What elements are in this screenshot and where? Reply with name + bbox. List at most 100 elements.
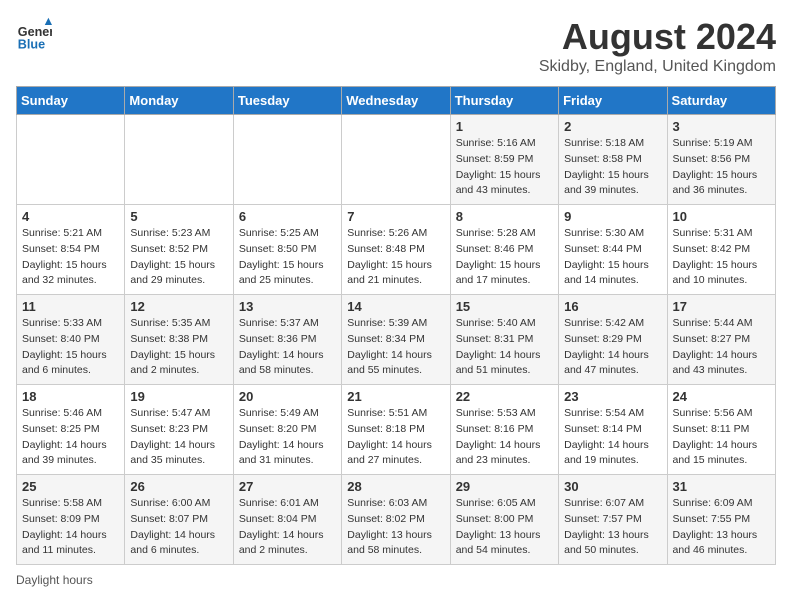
calendar-cell: 31 Sunrise: 6:09 AMSunset: 7:55 PMDayligh… bbox=[667, 475, 775, 565]
footer: Daylight hours bbox=[16, 573, 776, 587]
calendar-cell: 13 Sunrise: 5:37 AMSunset: 8:36 PMDayligh… bbox=[233, 295, 341, 385]
day-number: 13 bbox=[239, 299, 336, 314]
calendar-cell: 30Sunrise: 6:07 AMSunset: 7:57 PMDayligh… bbox=[559, 475, 667, 565]
calendar-header-sunday: Sunday bbox=[17, 87, 125, 115]
day-info: Sunrise: 5:21 AMSunset: 8:54 PMDaylight:… bbox=[22, 226, 119, 289]
day-number: 11 bbox=[22, 299, 119, 314]
calendar-cell: 3Sunrise: 5:19 AMSunset: 8:56 PMDaylight… bbox=[667, 115, 775, 205]
day-info: Sunrise: 6:09 AMSunset: 7:55 PMDaylight:… bbox=[673, 496, 770, 559]
calendar-cell: 14Sunrise: 5:39 AMSunset: 8:34 PMDayligh… bbox=[342, 295, 450, 385]
calendar-header-friday: Friday bbox=[559, 87, 667, 115]
calendar-cell: 18Sunrise: 5:46 AMSunset: 8:25 PMDayligh… bbox=[17, 385, 125, 475]
day-info: Sunrise: 5:54 AMSunset: 8:14 PMDaylight:… bbox=[564, 406, 661, 469]
day-info: Sunrise: 5:42 AMSunset: 8:29 PMDaylight:… bbox=[564, 316, 661, 379]
day-info: Sunrise: 5:53 AMSunset: 8:16 PMDaylight:… bbox=[456, 406, 553, 469]
calendar-cell bbox=[17, 115, 125, 205]
day-number: 29 bbox=[456, 479, 553, 494]
day-number: 12 bbox=[130, 299, 227, 314]
day-number: 23 bbox=[564, 389, 661, 404]
day-info: Sunrise: 5:51 AMSunset: 8:18 PMDaylight:… bbox=[347, 406, 444, 469]
day-info: Sunrise: 6:03 AMSunset: 8:02 PMDaylight:… bbox=[347, 496, 444, 559]
day-info: Sunrise: 5:19 AMSunset: 8:56 PMDaylight:… bbox=[673, 136, 770, 199]
calendar-cell: 29 Sunrise: 6:05 AMSunset: 8:00 PMDayligh… bbox=[450, 475, 558, 565]
day-info: Sunrise: 5:47 AMSunset: 8:23 PMDaylight:… bbox=[130, 406, 227, 469]
calendar-cell: 2 Sunrise: 5:18 AMSunset: 8:58 PMDaylight… bbox=[559, 115, 667, 205]
calendar-cell: 7Sunrise: 5:26 AMSunset: 8:48 PMDaylight… bbox=[342, 205, 450, 295]
day-number: 4 bbox=[22, 209, 119, 224]
calendar-cell: 12 Sunrise: 5:35 AMSunset: 8:38 PMDayligh… bbox=[125, 295, 233, 385]
calendar-cell bbox=[342, 115, 450, 205]
day-info: Sunrise: 6:00 AMSunset: 8:07 PMDaylight:… bbox=[130, 496, 227, 559]
calendar-week-row: 25 Sunrise: 5:58 AMSunset: 8:09 PMDayligh… bbox=[17, 475, 776, 565]
calendar-cell: 10 Sunrise: 5:31 AMSunset: 8:42 PMDayligh… bbox=[667, 205, 775, 295]
svg-text:Blue: Blue bbox=[18, 37, 45, 51]
day-info: Sunrise: 5:31 AMSunset: 8:42 PMDaylight:… bbox=[673, 226, 770, 289]
calendar-cell: 19 Sunrise: 5:47 AMSunset: 8:23 PMDayligh… bbox=[125, 385, 233, 475]
calendar-header-row: SundayMondayTuesdayWednesdayThursdayFrid… bbox=[17, 87, 776, 115]
day-number: 1 bbox=[456, 119, 553, 134]
calendar-cell: 16 Sunrise: 5:42 AMSunset: 8:29 PMDayligh… bbox=[559, 295, 667, 385]
page-header: General Blue August 2024 Skidby, England… bbox=[16, 16, 776, 76]
calendar-header-monday: Monday bbox=[125, 87, 233, 115]
day-info: Sunrise: 5:25 AMSunset: 8:50 PMDaylight:… bbox=[239, 226, 336, 289]
calendar-cell bbox=[125, 115, 233, 205]
day-info: Sunrise: 5:30 AMSunset: 8:44 PMDaylight:… bbox=[564, 226, 661, 289]
calendar-cell: 24 Sunrise: 5:56 AMSunset: 8:11 PMDayligh… bbox=[667, 385, 775, 475]
day-number: 19 bbox=[130, 389, 227, 404]
day-number: 7 bbox=[347, 209, 444, 224]
calendar-cell: 22 Sunrise: 5:53 AMSunset: 8:16 PMDayligh… bbox=[450, 385, 558, 475]
calendar-cell: 21 Sunrise: 5:51 AMSunset: 8:18 PMDayligh… bbox=[342, 385, 450, 475]
day-number: 10 bbox=[673, 209, 770, 224]
calendar-week-row: 11Sunrise: 5:33 AMSunset: 8:40 PMDayligh… bbox=[17, 295, 776, 385]
logo-icon: General Blue bbox=[16, 16, 52, 52]
day-number: 27 bbox=[239, 479, 336, 494]
calendar-cell: 11Sunrise: 5:33 AMSunset: 8:40 PMDayligh… bbox=[17, 295, 125, 385]
calendar-cell bbox=[233, 115, 341, 205]
day-info: Sunrise: 5:23 AMSunset: 8:52 PMDaylight:… bbox=[130, 226, 227, 289]
calendar-table: SundayMondayTuesdayWednesdayThursdayFrid… bbox=[16, 86, 776, 565]
calendar-cell: 8Sunrise: 5:28 AMSunset: 8:46 PMDaylight… bbox=[450, 205, 558, 295]
calendar-cell: 9 Sunrise: 5:30 AMSunset: 8:44 PMDaylight… bbox=[559, 205, 667, 295]
calendar-cell: 27 Sunrise: 6:01 AMSunset: 8:04 PMDayligh… bbox=[233, 475, 341, 565]
calendar-week-row: 4 Sunrise: 5:21 AMSunset: 8:54 PMDaylight… bbox=[17, 205, 776, 295]
day-info: Sunrise: 5:18 AMSunset: 8:58 PMDaylight:… bbox=[564, 136, 661, 199]
day-number: 2 bbox=[564, 119, 661, 134]
day-info: Sunrise: 5:49 AMSunset: 8:20 PMDaylight:… bbox=[239, 406, 336, 469]
calendar-week-row: 1Sunrise: 5:16 AMSunset: 8:59 PMDaylight… bbox=[17, 115, 776, 205]
day-number: 9 bbox=[564, 209, 661, 224]
day-number: 25 bbox=[22, 479, 119, 494]
calendar-cell: 17 Sunrise: 5:44 AMSunset: 8:27 PMDayligh… bbox=[667, 295, 775, 385]
day-info: Sunrise: 5:44 AMSunset: 8:27 PMDaylight:… bbox=[673, 316, 770, 379]
footer-label: Daylight hours bbox=[16, 573, 93, 587]
calendar-cell: 1Sunrise: 5:16 AMSunset: 8:59 PMDaylight… bbox=[450, 115, 558, 205]
day-number: 17 bbox=[673, 299, 770, 314]
calendar-header-wednesday: Wednesday bbox=[342, 87, 450, 115]
day-info: Sunrise: 6:05 AMSunset: 8:00 PMDaylight:… bbox=[456, 496, 553, 559]
day-number: 24 bbox=[673, 389, 770, 404]
calendar-cell: 4 Sunrise: 5:21 AMSunset: 8:54 PMDaylight… bbox=[17, 205, 125, 295]
day-number: 31 bbox=[673, 479, 770, 494]
day-number: 16 bbox=[564, 299, 661, 314]
day-number: 22 bbox=[456, 389, 553, 404]
day-number: 8 bbox=[456, 209, 553, 224]
day-number: 26 bbox=[130, 479, 227, 494]
calendar-cell: 26 Sunrise: 6:00 AMSunset: 8:07 PMDayligh… bbox=[125, 475, 233, 565]
day-number: 14 bbox=[347, 299, 444, 314]
location: Skidby, England, United Kingdom bbox=[539, 58, 776, 76]
day-info: Sunrise: 5:37 AMSunset: 8:36 PMDaylight:… bbox=[239, 316, 336, 379]
day-number: 18 bbox=[22, 389, 119, 404]
day-info: Sunrise: 5:35 AMSunset: 8:38 PMDaylight:… bbox=[130, 316, 227, 379]
day-number: 21 bbox=[347, 389, 444, 404]
day-info: Sunrise: 5:58 AMSunset: 8:09 PMDaylight:… bbox=[22, 496, 119, 559]
day-number: 20 bbox=[239, 389, 336, 404]
day-info: Sunrise: 5:56 AMSunset: 8:11 PMDaylight:… bbox=[673, 406, 770, 469]
calendar-cell: 6 Sunrise: 5:25 AMSunset: 8:50 PMDaylight… bbox=[233, 205, 341, 295]
day-number: 6 bbox=[239, 209, 336, 224]
calendar-week-row: 18Sunrise: 5:46 AMSunset: 8:25 PMDayligh… bbox=[17, 385, 776, 475]
day-info: Sunrise: 6:01 AMSunset: 8:04 PMDaylight:… bbox=[239, 496, 336, 559]
calendar-cell: 23 Sunrise: 5:54 AMSunset: 8:14 PMDayligh… bbox=[559, 385, 667, 475]
calendar-header-tuesday: Tuesday bbox=[233, 87, 341, 115]
day-number: 5 bbox=[130, 209, 227, 224]
day-number: 30 bbox=[564, 479, 661, 494]
day-info: Sunrise: 5:40 AMSunset: 8:31 PMDaylight:… bbox=[456, 316, 553, 379]
